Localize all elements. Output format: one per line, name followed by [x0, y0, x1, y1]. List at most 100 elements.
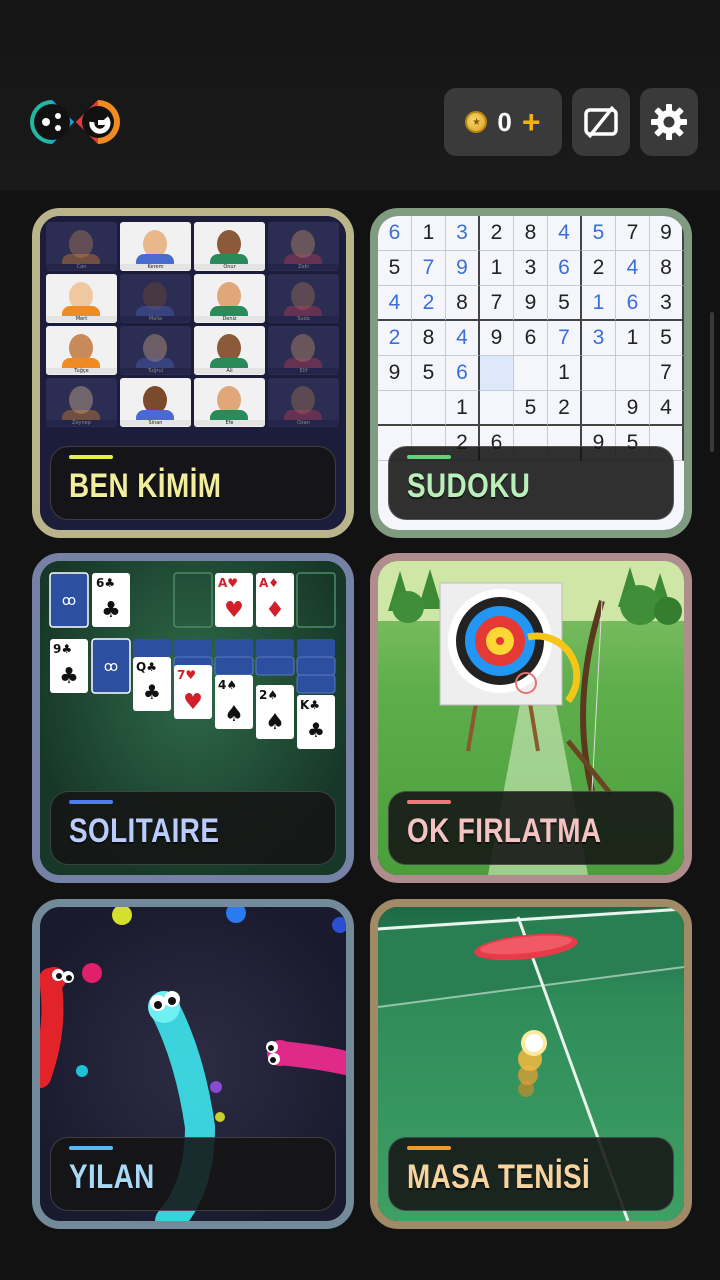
add-coins-icon: +	[521, 104, 541, 140]
sudoku-cell: 6	[616, 286, 650, 321]
sudoku-cell: 2	[582, 251, 616, 286]
card-label: 9♣	[53, 642, 72, 656]
game-card-masa-tenisi[interactable]: MASA TENİSİ	[370, 899, 692, 1229]
game-card-solitaire[interactable]: ꝏ 6♣ ♣ A♥ ♥ A♦ ♦ 9♣ ♣ ꝏ Q♣ ♣ 7♥ ♥ 4♠ ♠ 2…	[32, 553, 354, 883]
sudoku-cell	[514, 356, 548, 391]
sudoku-cell: 8	[446, 286, 480, 321]
sudoku-cell: 4	[548, 216, 582, 251]
top-bar: ★ 0 +	[0, 0, 720, 190]
sudoku-cell: 3	[650, 286, 684, 321]
sudoku-cell: 5	[514, 391, 548, 426]
sudoku-cell	[480, 356, 514, 391]
sudoku-cell	[480, 391, 514, 426]
game-title: YILAN	[69, 1158, 155, 1196]
game-title: MASA TENİSİ	[407, 1158, 591, 1196]
sudoku-cell: 5	[548, 286, 582, 321]
sudoku-cell	[616, 356, 650, 391]
sudoku-cell: 2	[378, 321, 412, 356]
character-tile: Sinan	[120, 378, 191, 427]
svg-text:♣: ♣	[307, 718, 325, 742]
card-label: K♣	[300, 698, 320, 712]
character-name: Mert	[46, 316, 117, 322]
game-label: SUDOKU	[388, 446, 674, 520]
no-ads-button[interactable]	[572, 88, 630, 156]
character-tile: Efe	[194, 378, 265, 427]
sudoku-cell: 9	[514, 286, 548, 321]
character-name: Kerem	[120, 264, 191, 270]
sudoku-cell: 2	[480, 216, 514, 251]
svg-text:♣: ♣	[101, 598, 121, 623]
character-tile: Kerem	[120, 222, 191, 271]
character-name: Sinan	[120, 420, 191, 426]
character-tile: Ozan	[268, 378, 339, 427]
sudoku-cell: 7	[548, 321, 582, 356]
sudoku-cell: 5	[378, 251, 412, 286]
game-title: OK FIRLATMA	[407, 812, 602, 850]
character-name: Sude	[268, 316, 339, 322]
sudoku-cell: 1	[582, 286, 616, 321]
game-card-yilan[interactable]: YILAN	[32, 899, 354, 1229]
character-name: Deniz	[194, 316, 265, 322]
card-label: 2♠	[259, 688, 278, 702]
coin-count: 0	[497, 106, 512, 137]
game-card-ok-firlatma[interactable]: OK FIRLATMA	[370, 553, 692, 883]
svg-text:♣: ♣	[143, 680, 161, 704]
character-name: Tuğrul	[120, 368, 191, 374]
coin-icon: ★	[465, 111, 488, 133]
settings-button[interactable]	[640, 88, 698, 156]
svg-text:ꝏ: ꝏ	[104, 659, 118, 675]
character-tile: Zeynep	[46, 378, 117, 427]
card-label: 4♠	[218, 678, 237, 692]
sudoku-cell: 3	[514, 251, 548, 286]
character-tile: Elif	[268, 326, 339, 375]
sudoku-cell: 1	[446, 391, 480, 426]
sudoku-cell: 7	[480, 286, 514, 321]
sudoku-cell: 8	[514, 216, 548, 251]
sudoku-cell: 5	[412, 356, 446, 391]
character-name: Onur	[194, 264, 265, 270]
character-tile: Sude	[268, 274, 339, 323]
sudoku-cell: 4	[616, 251, 650, 286]
accent-bar	[69, 455, 113, 459]
card-label: 6♣	[96, 576, 115, 590]
sudoku-cell: 7	[616, 216, 650, 251]
sudoku-cell: 8	[412, 321, 446, 356]
sudoku-cell	[582, 356, 616, 391]
svg-text:♠: ♠	[265, 710, 285, 735]
character-tile: Onur	[194, 222, 265, 271]
gear-icon	[651, 104, 687, 140]
character-name: Zeynep	[46, 420, 117, 426]
game-card-sudoku[interactable]: 6132845795791362484287951632849673159561…	[370, 208, 692, 538]
card-label: A♦	[259, 576, 279, 590]
sudoku-cell	[412, 391, 446, 426]
coin-balance-button[interactable]: ★ 0 +	[444, 88, 562, 156]
accent-bar	[69, 1146, 113, 1150]
game-card-ben-kimim[interactable]: Can Kerem Onur Zeki Mert Mella Deniz Sude Tuğçe T…	[32, 208, 354, 538]
accent-bar	[69, 800, 113, 804]
sudoku-cell: 7	[650, 356, 684, 391]
character-name: Ozan	[268, 420, 339, 426]
character-tile: Tuğçe	[46, 326, 117, 375]
no-ads-icon	[584, 105, 618, 139]
character-name: Mella	[120, 316, 191, 322]
sudoku-cell	[582, 391, 616, 426]
svg-text:♥: ♥	[183, 690, 203, 715]
accent-bar	[407, 1146, 451, 1150]
scrollbar[interactable]	[710, 312, 714, 452]
app-logo-icon[interactable]	[22, 92, 128, 152]
game-title: SUDOKU	[407, 467, 531, 505]
sudoku-cell: 5	[650, 321, 684, 356]
sudoku-cell: 9	[616, 391, 650, 426]
character-tile: Zeki	[268, 222, 339, 271]
card-label: 7♥	[177, 668, 196, 682]
sudoku-cell: 4	[446, 321, 480, 356]
character-tile: Mert	[46, 274, 117, 323]
game-label: OK FIRLATMA	[388, 791, 674, 865]
sudoku-cell: 9	[650, 216, 684, 251]
sudoku-cell: 1	[616, 321, 650, 356]
sudoku-cell: 9	[480, 321, 514, 356]
svg-text:♣: ♣	[59, 664, 79, 689]
sudoku-cell	[378, 391, 412, 426]
sudoku-cell: 9	[446, 251, 480, 286]
game-label: YILAN	[50, 1137, 336, 1211]
